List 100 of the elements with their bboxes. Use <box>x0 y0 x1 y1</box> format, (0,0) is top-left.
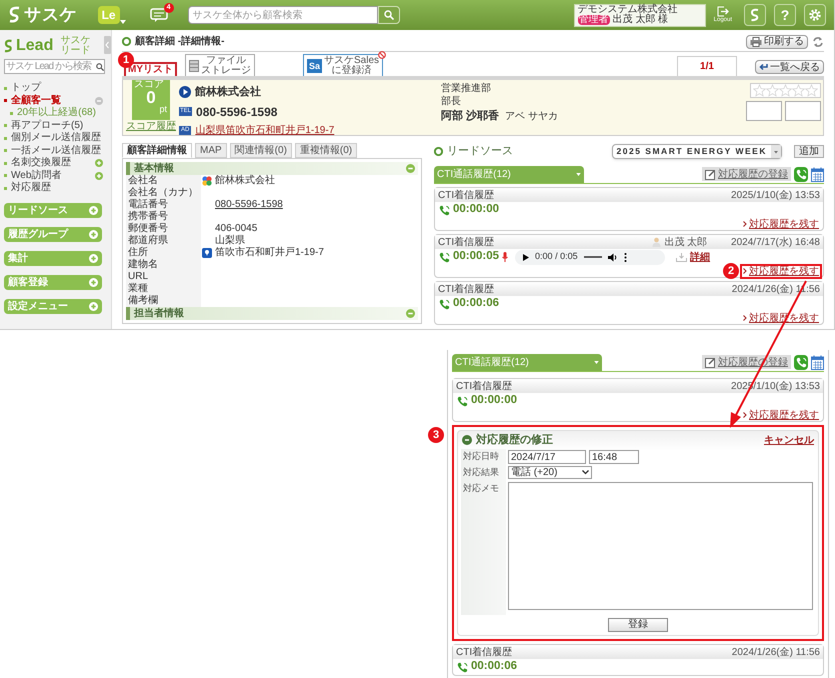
person-icon <box>652 237 662 247</box>
add-button[interactable]: 追加 <box>794 144 824 158</box>
app-switch-button[interactable] <box>744 4 766 26</box>
pager-label: 1/1 <box>677 56 737 76</box>
dropdown-caret-icon <box>771 144 781 158</box>
calendar-icon[interactable] <box>811 355 824 370</box>
printer-icon <box>750 36 762 46</box>
field-label: 対応日時 <box>461 449 506 465</box>
date-field[interactable]: 2024/7/17 <box>508 450 586 464</box>
play-icon[interactable] <box>523 254 530 260</box>
lead-source-select[interactable]: 2025 SMART ENERGY WEEK <box>612 144 782 158</box>
sidebar-item[interactable]: 対応履歴 <box>11 182 51 194</box>
field-label: 業種 <box>126 283 201 295</box>
search-field[interactable]: サスケ全体から顧客検索 <box>188 6 378 24</box>
call-type: CTI着信履歴 <box>456 646 512 660</box>
call-duration: 00:00:06 <box>453 296 500 312</box>
detail-tab[interactable]: MAP <box>195 143 227 158</box>
audio-player[interactable]: 0:00 / 0:05 <box>515 250 666 264</box>
call-date: 2025/1/10(金) 13:53 <box>731 188 820 202</box>
leave-history-link[interactable]: 対応履歴を残す <box>742 266 820 276</box>
file-storage-tab[interactable]: ファイル ストレージ <box>185 54 255 76</box>
score-history-link[interactable]: スコア履歴 <box>126 120 176 133</box>
detail-tab[interactable]: 顧客詳細情報 <box>122 143 192 158</box>
phone-button[interactable] <box>794 167 808 182</box>
detail-tab[interactable]: 関連情報(0) <box>230 143 292 158</box>
role-badge: 管理者 <box>578 15 610 25</box>
phone-icon <box>439 204 450 216</box>
section-title: 基本情報 <box>134 162 174 174</box>
star-icon[interactable] <box>805 84 818 97</box>
more-icon[interactable] <box>624 252 627 262</box>
field-label: 建物名 <box>126 259 201 271</box>
detail-tab[interactable]: 重複情報(0) <box>294 143 358 158</box>
result-select[interactable]: 電話 (+20) <box>508 466 592 479</box>
chevron-icon <box>743 268 747 274</box>
call-type: CTI着信履歴 <box>438 282 494 296</box>
search-icon <box>96 62 104 70</box>
sidebar-item[interactable]: 名刺交換履歴 <box>11 157 71 170</box>
settings-button[interactable] <box>804 4 826 26</box>
collapse-icon[interactable] <box>406 164 415 173</box>
bullet-ring-icon <box>122 37 131 46</box>
swirl-icon <box>750 8 760 22</box>
phone-link[interactable]: 080-5596-1598 <box>215 199 283 211</box>
map-pin-icon[interactable] <box>202 248 212 258</box>
sidebar-item[interactable]: 一括メール送信履歴 <box>11 144 101 157</box>
message-icon[interactable] <box>150 7 168 23</box>
memo-field[interactable] <box>508 482 813 610</box>
sidebar-item[interactable]: 全顧客一覧 <box>11 94 61 107</box>
cancel-link[interactable]: キャンセル <box>764 432 814 448</box>
caret-icon <box>594 361 599 364</box>
dots-icon[interactable] <box>202 176 212 186</box>
contact-name: 阿部 沙耶香 <box>441 108 500 124</box>
download-icon[interactable] <box>676 252 688 262</box>
phone-button[interactable] <box>794 355 808 370</box>
field-value: 406-0045 <box>215 223 258 234</box>
step-marker: 2 <box>723 263 739 279</box>
field-value: 山梨県 <box>215 235 245 246</box>
print-button[interactable]: 印刷する <box>746 34 808 48</box>
prohibited-icon <box>378 51 386 59</box>
phone-icon <box>457 396 468 406</box>
bullet-icon <box>4 124 7 128</box>
time-field[interactable]: 16:48 <box>589 450 639 464</box>
collapse-handle[interactable] <box>104 36 111 54</box>
refresh-icon[interactable] <box>812 36 824 48</box>
expand-icon[interactable] <box>95 172 103 180</box>
search-field[interactable]: サスケ Lead から検索 <box>4 59 105 74</box>
company-name: 館林株式会社 <box>195 84 261 100</box>
field-label: 住所 <box>126 247 201 259</box>
star-icon[interactable] <box>792 84 805 97</box>
rating-stars[interactable] <box>753 84 818 97</box>
collapse-icon[interactable] <box>406 309 415 318</box>
search-button[interactable] <box>378 6 400 24</box>
sidebar-item[interactable]: 個別メール送信履歴 <box>11 132 101 144</box>
caret-icon[interactable] <box>120 20 126 24</box>
back-to-list-button[interactable]: 一覧へ戻る <box>755 60 824 74</box>
bullet-ring-icon <box>434 146 443 156</box>
star-icon[interactable] <box>753 84 766 97</box>
expand-icon[interactable] <box>95 159 103 168</box>
leave-history-link[interactable]: 対応履歴を残す <box>742 410 820 420</box>
register-history-button[interactable]: 対応履歴の登録 <box>702 167 791 181</box>
progress-track[interactable] <box>584 255 602 259</box>
volume-icon[interactable] <box>608 252 618 262</box>
leave-history-link[interactable]: 対応履歴を残す <box>742 218 820 230</box>
page-title: 顧客詳細 -詳細情報- <box>135 34 224 49</box>
chevron-down-icon <box>582 470 589 475</box>
field-label: 会社名（カナ） <box>126 187 201 199</box>
sidebar-item[interactable]: 再アプローチ(5) <box>11 120 84 132</box>
detail-link[interactable]: 詳細 <box>690 250 710 264</box>
caret-icon <box>576 173 581 176</box>
address-link[interactable]: 山梨県笛吹市石和町井戸1-19-7 <box>195 122 334 138</box>
bullet-icon <box>4 149 7 152</box>
sidebar-item[interactable]: トップ <box>11 82 41 94</box>
star-icon[interactable] <box>779 84 792 97</box>
submit-button[interactable]: 登録 <box>608 618 668 632</box>
form-title: 対応履歴の修正 <box>476 432 553 448</box>
sidebar-item[interactable]: Web訪問者 <box>11 170 62 182</box>
collapse-icon[interactable] <box>462 435 472 445</box>
star-icon[interactable] <box>766 84 779 97</box>
phone-icon <box>439 252 450 262</box>
agent-name: 出茂 太郎 <box>664 236 708 250</box>
calendar-icon[interactable] <box>811 167 824 182</box>
